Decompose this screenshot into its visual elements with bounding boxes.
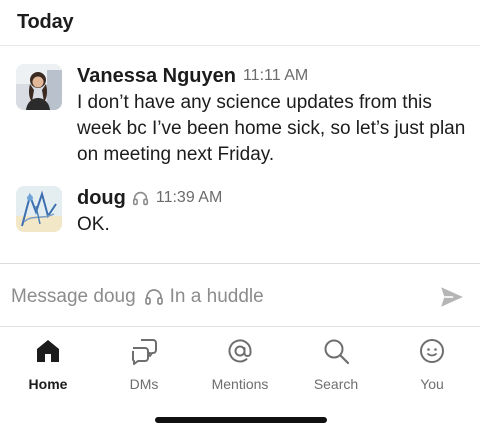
tab-label: DMs [129, 376, 159, 392]
message-composer[interactable]: Message doug In a huddle [0, 264, 480, 326]
you-icon [417, 334, 447, 368]
send-button[interactable] [439, 284, 465, 310]
mentions-icon [225, 334, 255, 368]
tab-home[interactable]: Home [0, 330, 96, 400]
tab-you[interactable]: You [384, 330, 480, 400]
dms-icon [129, 334, 159, 368]
tab-label: Home [28, 376, 68, 392]
tab-bar: Home DMs Mentions Search You [0, 330, 480, 400]
tab-dms[interactable]: DMs [96, 330, 192, 400]
tab-search[interactable]: Search [288, 330, 384, 400]
tab-label: You [420, 376, 444, 392]
send-icon [441, 287, 463, 307]
huddle-status: In a huddle [169, 286, 264, 307]
headphones-icon [132, 190, 149, 207]
message-item[interactable]: Vanessa Nguyen 11:11 AM I don’t have any… [16, 64, 470, 168]
sender-name[interactable]: Vanessa Nguyen [77, 65, 236, 88]
headphones-icon [144, 287, 164, 307]
tab-label: Search [313, 376, 359, 392]
message-text: I don’t have any science updates from th… [77, 92, 466, 165]
message-item[interactable]: doug 11:39 AM OK. [16, 186, 470, 238]
avatar[interactable] [16, 186, 62, 232]
search-icon [321, 334, 351, 368]
message-text: OK. [77, 214, 110, 235]
tabbar-divider [0, 326, 480, 327]
home-icon [33, 334, 63, 368]
sender-name[interactable]: doug [77, 187, 126, 210]
home-indicator[interactable] [155, 417, 327, 423]
tab-mentions[interactable]: Mentions [192, 330, 288, 400]
tab-label: Mentions [211, 376, 269, 392]
day-header: Today [17, 11, 74, 33]
composer-placeholder: Message doug [11, 286, 136, 307]
message-input[interactable]: Message doug In a huddle [11, 286, 264, 308]
day-divider [0, 45, 480, 46]
message-timestamp: 11:11 AM [242, 67, 309, 84]
message-timestamp: 11:39 AM [155, 189, 223, 206]
avatar[interactable] [16, 64, 62, 110]
